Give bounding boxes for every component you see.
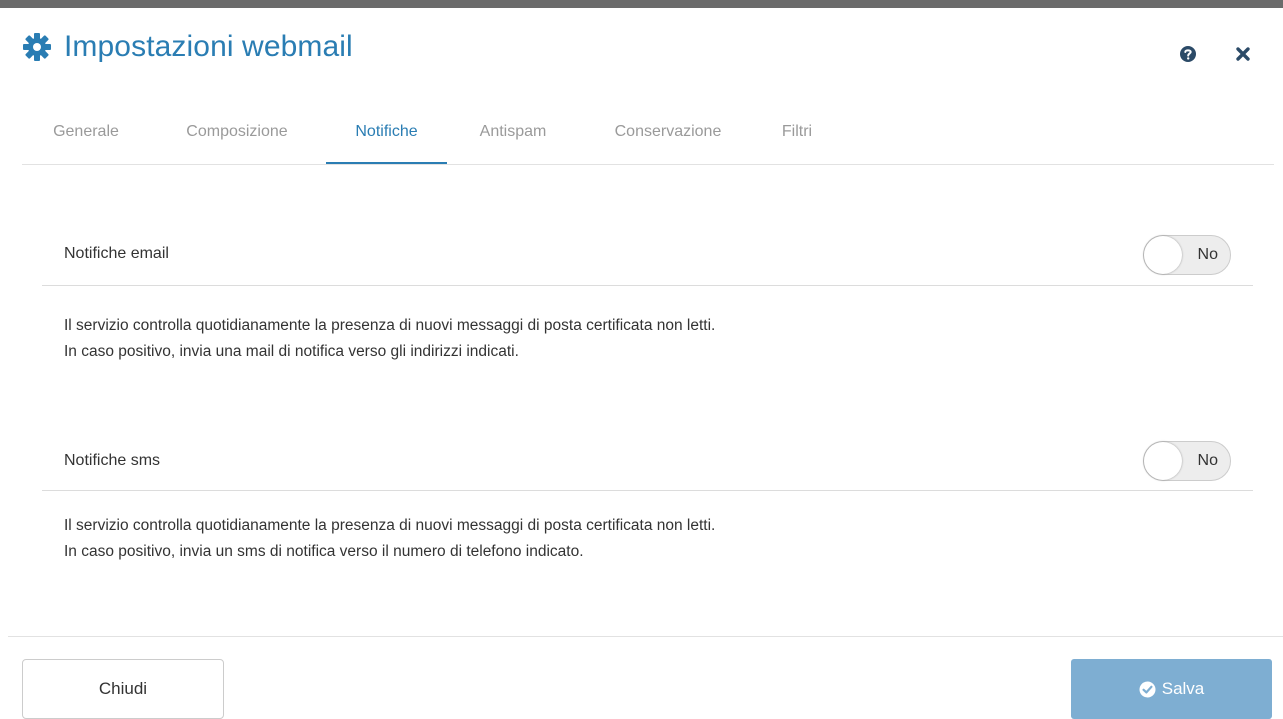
save-button-label: Salva bbox=[1161, 679, 1205, 698]
question-circle-icon[interactable] bbox=[1179, 45, 1197, 63]
email-notifications-description: Il servizio controlla quotidianamente la… bbox=[64, 313, 715, 365]
section-divider bbox=[42, 490, 1253, 491]
save-button[interactable]: Salva bbox=[1071, 659, 1272, 719]
description-line: Il servizio controlla quotidianamente la… bbox=[64, 317, 716, 334]
email-notifications-toggle[interactable]: No bbox=[1143, 235, 1231, 275]
description-line: Il servizio controlla quotidianamente la… bbox=[64, 517, 716, 534]
tab-conservazione[interactable]: Conservazione bbox=[598, 106, 738, 164]
dialog-header: Impostazioni webmail bbox=[22, 30, 353, 64]
dialog-title: Impostazioni webmail bbox=[64, 30, 353, 63]
close-button[interactable]: Chiudi bbox=[22, 659, 224, 719]
tab-antispam[interactable]: Antispam bbox=[468, 106, 558, 164]
sms-notifications-toggle[interactable]: No bbox=[1143, 441, 1231, 481]
description-line: In caso positivo, invia una mail di noti… bbox=[64, 343, 519, 360]
tab-composizione[interactable]: Composizione bbox=[172, 106, 302, 164]
settings-tabs: Generale Composizione Notifiche Antispam… bbox=[22, 106, 1274, 165]
footer-divider bbox=[8, 636, 1283, 637]
description-line: In caso positivo, invia un sms di notifi… bbox=[64, 543, 584, 560]
check-circle-icon bbox=[1139, 681, 1156, 698]
tab-generale[interactable]: Generale bbox=[46, 106, 126, 164]
toggle-state-label: No bbox=[1197, 452, 1218, 469]
sms-notifications-description: Il servizio controlla quotidianamente la… bbox=[64, 513, 715, 565]
top-border bbox=[0, 0, 1283, 8]
gear-icon bbox=[22, 32, 52, 62]
toggle-state-label: No bbox=[1197, 246, 1218, 263]
tab-filtri[interactable]: Filtri bbox=[774, 106, 820, 164]
section-divider bbox=[42, 285, 1253, 286]
toggle-knob bbox=[1144, 442, 1182, 480]
tab-notifiche[interactable]: Notifiche bbox=[326, 106, 447, 164]
close-icon[interactable] bbox=[1234, 45, 1252, 63]
sms-notifications-label: Notifiche sms bbox=[64, 452, 161, 469]
email-notifications-label: Notifiche email bbox=[64, 245, 169, 262]
toggle-knob bbox=[1144, 236, 1182, 274]
